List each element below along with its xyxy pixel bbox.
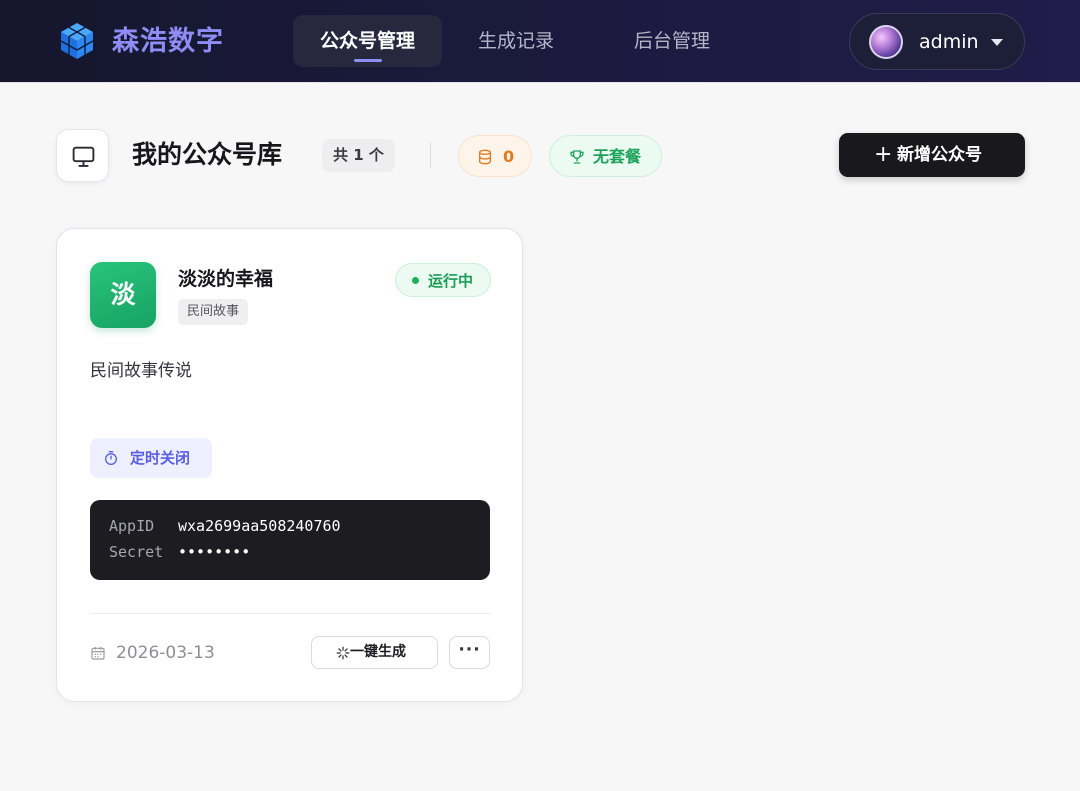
tab-label: 后台管理 <box>633 30 710 52</box>
tab-account-management[interactable]: 公众号管理 <box>293 15 442 67</box>
sparkle-icon <box>336 646 350 660</box>
secret-label: Secret <box>109 543 164 561</box>
top-navigation-bar: 森浩数字 公众号管理 生成记录 后台管理 admin <box>0 0 1080 83</box>
coin-balance-value: 0 <box>503 147 515 166</box>
brand-name: 森浩数字 <box>112 26 224 57</box>
page-title: 我的公众号库 <box>132 140 283 169</box>
account-name: 淡淡的幸福 <box>178 268 274 290</box>
scheduled-shutdown-label: 定时关闭 <box>130 449 191 467</box>
monitor-icon <box>72 146 95 167</box>
header-divider <box>430 142 431 168</box>
one-click-generate-label: 一键生成 <box>350 644 406 660</box>
created-date-value: 2026-03-13 <box>116 643 215 663</box>
account-avatar: 淡 <box>90 262 156 328</box>
one-click-generate-button[interactable]: 一键生成 <box>311 636 438 669</box>
account-description: 民间故事传说 <box>90 361 192 381</box>
status-badge: 运行中 <box>395 263 491 297</box>
account-count-badge: 共 1 个 <box>322 139 395 172</box>
secret-value[interactable]: •••••••• <box>178 543 250 561</box>
coin-stack-icon <box>479 149 491 165</box>
avatar <box>869 25 903 59</box>
card-divider <box>90 613 490 614</box>
appid-label: AppID <box>109 517 155 535</box>
chevron-down-icon <box>991 39 1003 46</box>
coin-balance-badge[interactable]: 0 <box>458 135 532 177</box>
scheduled-shutdown-button[interactable]: 定时关闭 <box>90 438 212 478</box>
user-menu[interactable]: admin <box>849 13 1025 70</box>
category-tag: 民间故事 <box>178 299 249 325</box>
secret-row: Secret •••••••• <box>109 541 250 563</box>
credentials-panel: AppID wxa2699aa508240760 Secret •••••••• <box>90 500 490 580</box>
page-icon-box <box>56 129 109 182</box>
user-name: admin <box>919 31 979 53</box>
more-options-button[interactable]: ··· <box>449 636 490 669</box>
cube-logo-icon[interactable] <box>57 21 97 61</box>
appid-row: AppID wxa2699aa508240760 <box>109 515 341 537</box>
calendar-icon <box>91 647 105 660</box>
plan-label: 无套餐 <box>593 147 642 166</box>
tab-admin-console[interactable]: 后台管理 <box>612 15 732 67</box>
tab-label: 生成记录 <box>477 30 554 52</box>
add-account-button[interactable]: + 新增公众号 <box>839 133 1025 177</box>
appid-value[interactable]: wxa2699aa508240760 <box>178 517 341 535</box>
account-card[interactable]: 淡 淡淡的幸福 民间故事 运行中 民间故事传说 定时关闭 AppID wxa269… <box>56 228 523 702</box>
tab-label: 公众号管理 <box>319 30 415 52</box>
active-tab-indicator <box>353 59 382 62</box>
stopwatch-icon <box>105 451 117 465</box>
trophy-icon <box>570 150 584 164</box>
tab-generation-records[interactable]: 生成记录 <box>458 15 574 67</box>
add-account-label: 新增公众号 <box>897 145 982 165</box>
plus-icon: + <box>874 142 893 167</box>
plan-badge[interactable]: 无套餐 <box>549 135 662 177</box>
status-dot-icon <box>412 277 419 284</box>
status-label: 运行中 <box>428 272 474 290</box>
